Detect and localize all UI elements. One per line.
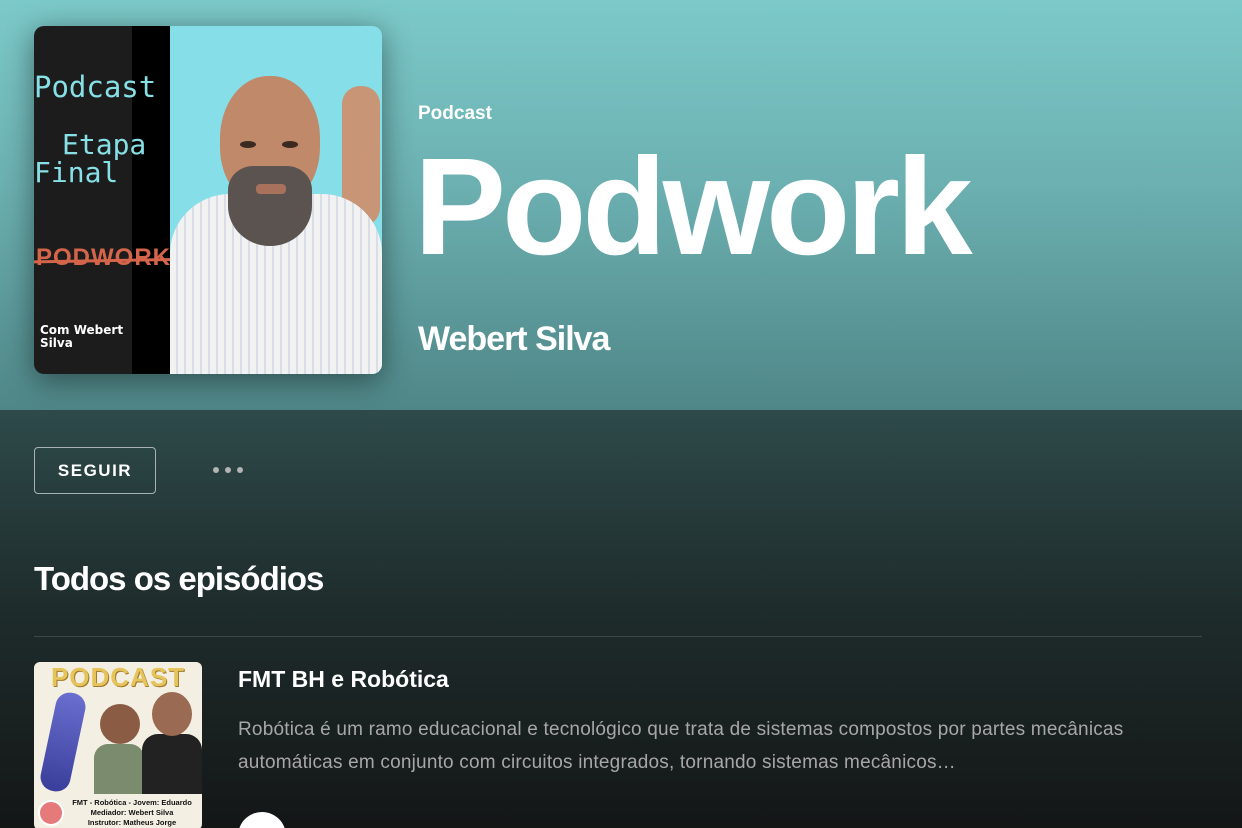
more-options-button[interactable]	[200, 454, 256, 486]
page-title: Podwork	[414, 130, 973, 284]
thumbnail-person-body	[142, 734, 202, 794]
cover-photo-mouth	[256, 184, 286, 194]
episode-thumbnail-caption: FMT - Robótica - Jovem: Eduardo Mediador…	[64, 798, 200, 828]
more-horizontal-icon	[225, 467, 231, 473]
thumbnail-caption-line: Instrutor: Matheus Jorge	[87, 818, 177, 827]
episode-description: Robótica é um ramo educacional e tecnoló…	[238, 719, 1124, 773]
cover-photo-eye	[240, 141, 256, 148]
cover-line-final: Final	[34, 156, 119, 189]
follow-button[interactable]: SEGUIR	[34, 447, 156, 494]
section-divider	[34, 636, 1202, 637]
content-type-label: Podcast	[418, 103, 492, 124]
thumbnail-caption-line: Mediador: Webert Silva	[90, 808, 174, 817]
more-horizontal-icon	[237, 467, 243, 473]
cover-line-podcast: Podcast	[34, 70, 157, 104]
cover-text-panel: Podcast Etapa Final PODWORK Com Webert S…	[34, 26, 199, 374]
thumbnail-person-body	[94, 744, 144, 794]
cover-photo-beard	[228, 166, 312, 246]
cover-credit-line2: Silva	[40, 336, 73, 350]
podcast-author-link[interactable]: Webert Silva	[418, 320, 610, 359]
episodes-section-title: Todos os episódios	[34, 560, 324, 597]
robot-arm-icon	[37, 689, 89, 795]
thumbnail-person-head	[100, 704, 140, 744]
thumbnail-caption-line: FMT - Robótica - Jovem: Eduardo	[72, 798, 192, 807]
episode-thumbnail-title: PODCAST	[50, 662, 186, 692]
cover-photo	[170, 26, 382, 374]
cover-credit: Com Webert Silva	[40, 324, 123, 350]
episode-title-link[interactable]: FMT BH e Robótica	[238, 666, 449, 693]
podcast-cover: Podcast Etapa Final PODWORK Com Webert S…	[34, 26, 382, 374]
thumbnail-person-head	[152, 692, 192, 736]
cover-photo-eye	[282, 141, 298, 148]
more-horizontal-icon	[213, 467, 219, 473]
microphone-icon	[38, 800, 64, 826]
episode-thumbnail[interactable]: PODCAST FMT - Robótica - Jovem: Eduardo …	[34, 662, 202, 828]
